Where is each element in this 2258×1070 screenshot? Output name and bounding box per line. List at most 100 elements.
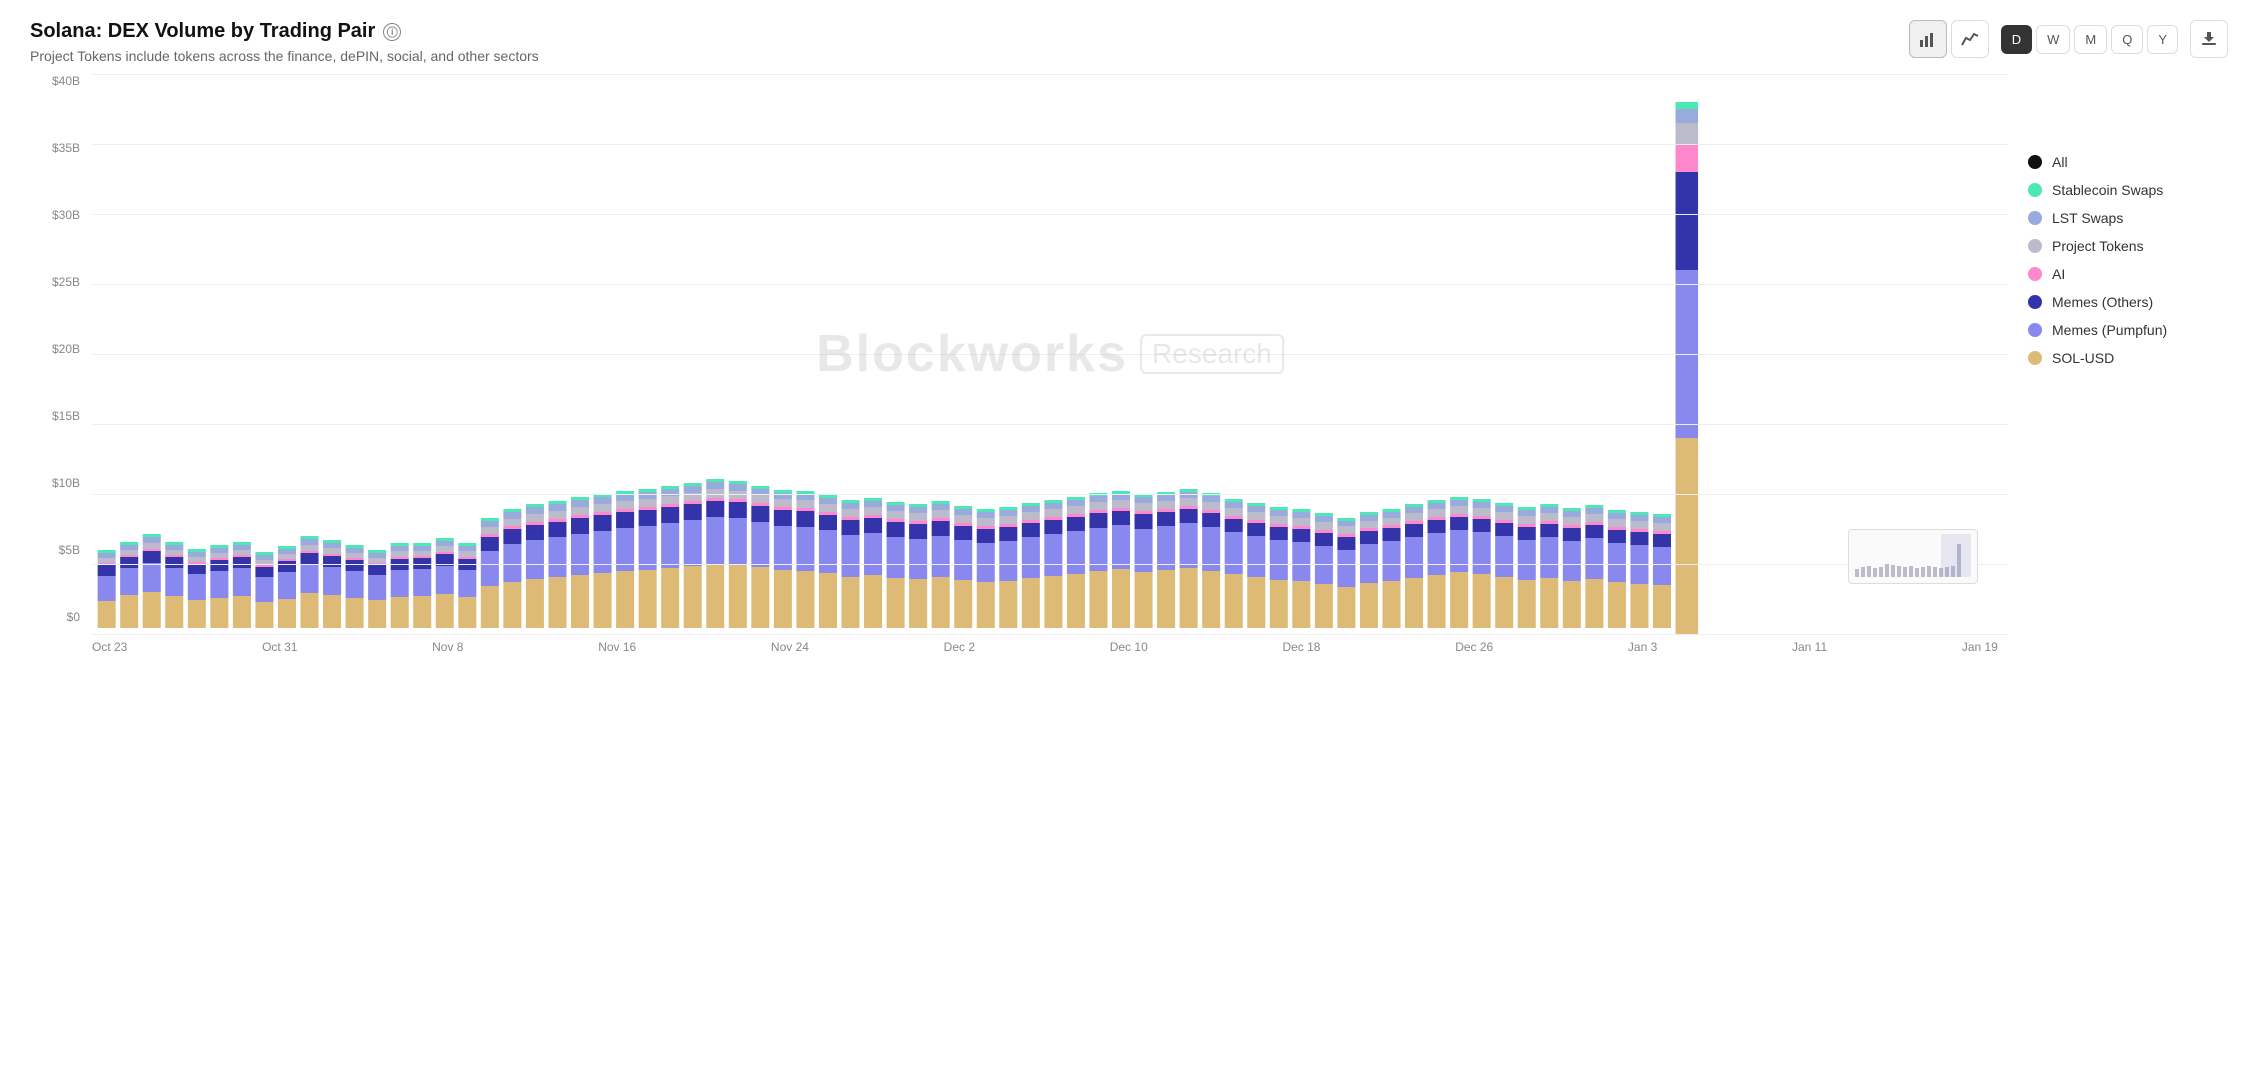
bar-group-dec2	[909, 504, 927, 628]
bar-group-oct19	[210, 545, 228, 628]
bar-group-dec15	[1135, 494, 1153, 628]
bar-group-dec7	[999, 507, 1017, 628]
line-chart-button[interactable]	[1951, 20, 1989, 58]
legend-item-ai[interactable]: AI	[2028, 266, 2228, 282]
x-label-oct31: Oct 31	[262, 640, 297, 654]
bar-group-nov6	[503, 509, 521, 628]
y-label-10b: $10B	[52, 476, 80, 490]
legend-label-lst: LST Swaps	[2052, 210, 2123, 226]
year-button[interactable]: Y	[2147, 25, 2178, 54]
grid-line-40b	[92, 74, 2008, 75]
x-label-jan3: Jan 3	[1628, 640, 1657, 654]
bar-chart-button[interactable]	[1909, 20, 1947, 58]
bar-group-nov24	[796, 491, 814, 628]
legend-dot-memes-others	[2028, 295, 2042, 309]
bar-group-nov21	[751, 486, 769, 628]
legend-item-project[interactable]: Project Tokens	[2028, 238, 2228, 254]
bar-group-dec16	[1157, 492, 1175, 628]
bar-group-jan5	[1450, 497, 1468, 628]
bar-group-nov19	[729, 481, 747, 628]
info-icon[interactable]: ⓘ	[383, 23, 401, 41]
main-container: Solana: DEX Volume by Trading Pair ⓘ Pro…	[0, 0, 2258, 664]
legend-item-stablecoin[interactable]: Stablecoin Swaps	[2028, 182, 2228, 198]
download-button[interactable]	[2190, 20, 2228, 58]
y-label-35b: $35B	[52, 141, 80, 155]
chart-area: $40B $35B $30B $25B $20B $15B $10B $5B $…	[30, 74, 2008, 654]
bar-group-oct25	[323, 540, 341, 628]
legend-label-solusd: SOL-USD	[2052, 350, 2114, 366]
legend-dot-stablecoin	[2028, 183, 2042, 197]
legend-item-solusd[interactable]: SOL-USD	[2028, 350, 2228, 366]
legend-dot-all	[2028, 155, 2042, 169]
y-label-5b: $5B	[59, 543, 80, 557]
x-label-oct23: Oct 23	[92, 640, 127, 654]
bar-group-oct27	[368, 550, 386, 628]
title-line: Solana: DEX Volume by Trading Pair ⓘ	[30, 20, 539, 43]
bar-group-nov5	[481, 518, 499, 628]
bar-group-oct23	[278, 546, 296, 628]
legend-item-lst[interactable]: LST Swaps	[2028, 210, 2228, 226]
grid-line-20b	[92, 354, 2008, 355]
legend-dot-lst	[2028, 211, 2042, 225]
x-label-nov24: Nov 24	[771, 640, 809, 654]
chart-svg-area: Blockworks Research	[92, 74, 2008, 634]
y-label-40b: $40B	[52, 74, 80, 88]
legend-item-memes-others[interactable]: Memes (Others)	[2028, 294, 2228, 310]
grid-line-30b	[92, 214, 2008, 215]
bar-group-oct20	[233, 542, 251, 628]
legend-item-memes-pumpfun[interactable]: Memes (Pumpfun)	[2028, 322, 2228, 338]
legend-dot-ai	[2028, 267, 2042, 281]
day-button[interactable]: D	[2001, 25, 2032, 54]
legend-dot-memes-pumpfun	[2028, 323, 2042, 337]
x-label-jan11: Jan 11	[1792, 640, 1827, 654]
chart-title: Solana: DEX Volume by Trading Pair	[30, 20, 375, 43]
bar-group-nov16	[661, 486, 679, 628]
legend-label-project: Project Tokens	[2052, 238, 2144, 254]
x-label-dec2: Dec 2	[944, 640, 975, 654]
quarter-button[interactable]: Q	[2111, 25, 2143, 54]
legend-dot-project	[2028, 239, 2042, 253]
week-button[interactable]: W	[2036, 25, 2070, 54]
bar-group-jan9	[1518, 507, 1536, 628]
bar-group-dec13	[1112, 491, 1130, 628]
bar-group-dec22	[1247, 503, 1265, 628]
chart-type-buttons	[1909, 20, 1989, 58]
bar-group-nov18	[706, 479, 724, 628]
y-label-20b: $20B	[52, 342, 80, 356]
bar-group-jan11	[1540, 504, 1558, 628]
grid-line-35b	[92, 144, 2008, 145]
bar-group-dec26	[1292, 509, 1310, 628]
bar-group-dec12	[1089, 493, 1107, 628]
bar-group-dec30	[1360, 512, 1378, 628]
bar-group-nov13	[616, 491, 634, 628]
bar-group-dec28	[1337, 518, 1355, 628]
bar-group-dec11	[1067, 497, 1085, 628]
x-label-nov8: Nov 8	[432, 640, 463, 654]
legend-label-memes-pumpfun: Memes (Pumpfun)	[2052, 322, 2167, 338]
mini-chart-svg	[1853, 534, 1973, 579]
x-label-dec18: Dec 18	[1282, 640, 1320, 654]
bar-group-jan17	[1630, 512, 1648, 628]
bar-group-nov8	[526, 504, 544, 628]
bar-group-jan8	[1495, 503, 1513, 628]
subtitle: Project Tokens include tokens across the…	[30, 48, 539, 64]
bar-group-nov10	[571, 497, 589, 628]
month-button[interactable]: M	[2074, 25, 2107, 54]
controls-row: D W M Q Y	[1909, 20, 2228, 58]
bar-group-dec27	[1315, 513, 1333, 628]
bar-group-dec4	[954, 506, 972, 628]
grid-line-10b	[92, 494, 2008, 495]
bar-group-jan19	[1676, 102, 1699, 634]
bar-group-nov1	[436, 538, 454, 628]
y-label-15b: $15B	[52, 409, 80, 423]
mini-chart	[1848, 529, 1978, 584]
bar-group-oct15	[120, 542, 138, 628]
legend-label-memes-others: Memes (Others)	[2052, 294, 2153, 310]
bar-group-oct31	[413, 543, 431, 628]
legend-item-all[interactable]: All	[2028, 154, 2228, 170]
header-row: Solana: DEX Volume by Trading Pair ⓘ Pro…	[30, 20, 2228, 64]
bar-group-oct24	[301, 536, 319, 628]
title-section: Solana: DEX Volume by Trading Pair ⓘ Pro…	[30, 20, 539, 64]
x-label-dec10: Dec 10	[1110, 640, 1148, 654]
grid-line-5b	[92, 564, 2008, 565]
